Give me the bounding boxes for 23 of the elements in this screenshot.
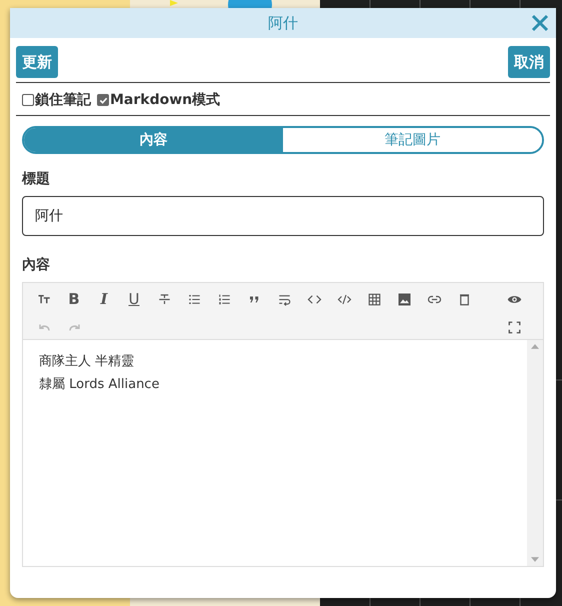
fullscreen-icon: [506, 320, 522, 334]
table-icon: [366, 292, 382, 306]
numbered-list-icon: [216, 292, 232, 306]
checkbox-label: 鎖住筆記: [35, 91, 91, 109]
title-input[interactable]: 阿什: [22, 196, 544, 236]
content-line: 商隊主人 半精靈: [39, 353, 136, 371]
tab[interactable]: 內容: [24, 128, 283, 152]
dialog-title: 阿什: [268, 14, 298, 32]
content-line: 隸屬 Lords Alliance: [39, 376, 160, 394]
underline-button[interactable]: U: [119, 285, 149, 313]
update-button[interactable]: 更新: [16, 46, 58, 78]
checkbox-label: Markdown模式: [110, 91, 220, 109]
image-icon: [396, 292, 412, 306]
checkbox[interactable]: [22, 94, 34, 106]
italic-button[interactable]: I: [89, 285, 119, 313]
field-label: 標題: [22, 170, 51, 188]
field-label: 內容: [22, 256, 51, 274]
close-button[interactable]: [530, 13, 550, 33]
close-icon: [530, 13, 550, 33]
bold-button[interactable]: B: [59, 285, 89, 313]
checkbox[interactable]: [97, 94, 109, 106]
strikethrough-icon: [156, 292, 172, 306]
cancel-button[interactable]: 取消: [508, 46, 550, 78]
